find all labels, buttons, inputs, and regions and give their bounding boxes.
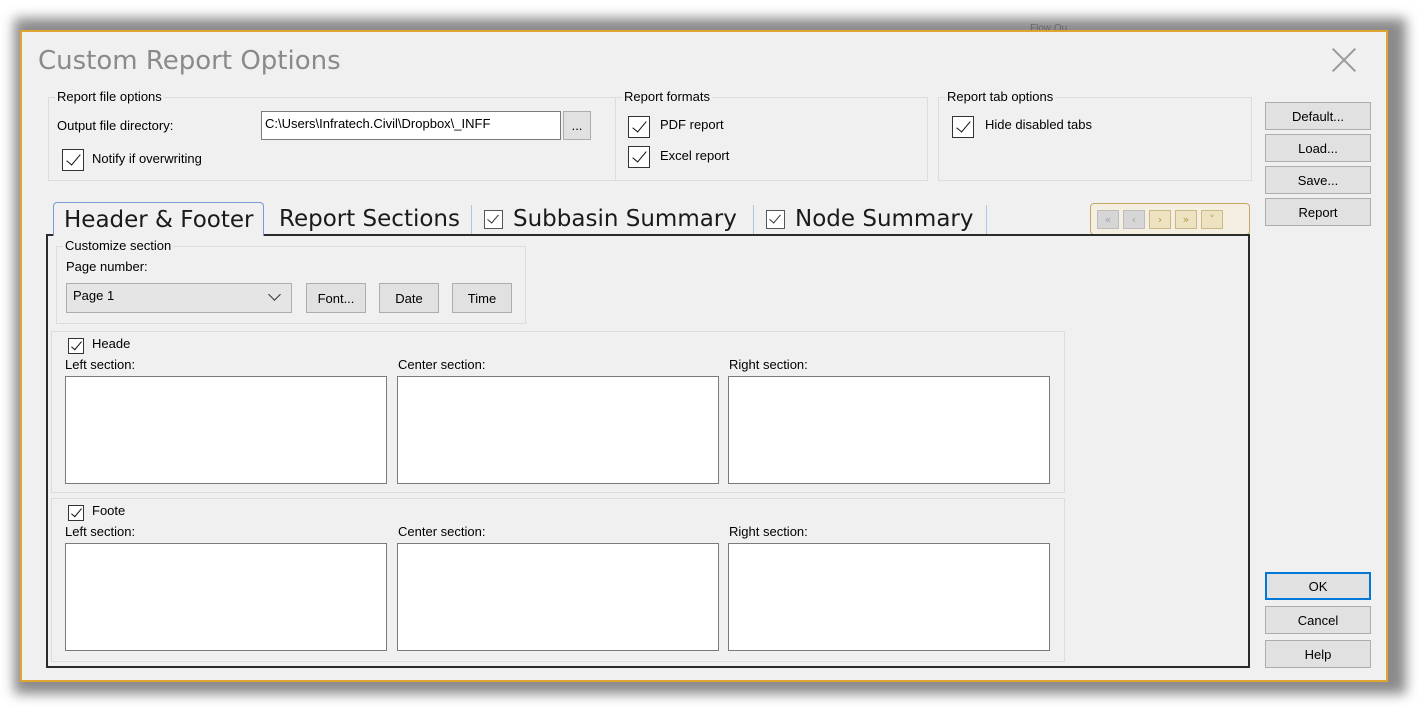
header-checkbox[interactable] — [68, 338, 84, 354]
node-summary-checkbox[interactable] — [766, 209, 785, 229]
footer-left-label: Left section: — [65, 524, 136, 539]
tab-header-footer[interactable]: Header & Footer — [53, 202, 265, 236]
cancel-button[interactable]: Cancel — [1265, 606, 1371, 634]
pdf-report-label: PDF report — [660, 117, 724, 132]
menu-down-icon[interactable]: ˅ — [1201, 210, 1223, 229]
header-group: Heade Left section: Center section: Righ… — [51, 331, 1065, 493]
customize-section-group: Customize section Page number: Page 1 Fo… — [56, 239, 526, 324]
tab-report-sections[interactable]: Report Sections — [269, 202, 470, 236]
header-left-label: Left section: — [65, 357, 136, 372]
excel-report-label: Excel report — [660, 148, 730, 163]
pdf-report-checkbox[interactable] — [628, 116, 650, 138]
footer-right-label: Right section: — [729, 524, 808, 539]
tab-report-sections-label: Report Sections — [279, 206, 460, 232]
dialog-title: Custom Report Options — [38, 46, 341, 76]
tab-navigation: « ‹ › » ˅ — [1090, 203, 1250, 235]
header-center-label: Center section: — [398, 357, 486, 372]
prev-icon[interactable]: ‹ — [1123, 210, 1145, 229]
excel-report-checkbox[interactable] — [628, 146, 650, 168]
report-formats-label: Report formats — [622, 89, 712, 104]
report-tab-options-label: Report tab options — [945, 89, 1056, 104]
header-right-label: Right section: — [729, 357, 808, 372]
output-dir-field[interactable]: C:\Users\Infratech.Civil\Dropbox\_INFF — [261, 111, 561, 140]
page-number-value: Page 1 — [73, 288, 115, 303]
tab-subbasin-summary-label: Subbasin Summary — [513, 206, 737, 232]
close-icon[interactable] — [1326, 42, 1362, 78]
time-button[interactable]: Time — [452, 283, 512, 313]
next-icon[interactable]: › — [1149, 210, 1171, 229]
customize-section-label: Customize section — [63, 238, 174, 253]
tab-separator — [753, 205, 754, 235]
tab-node-summary[interactable]: Node Summary — [756, 202, 984, 236]
hide-disabled-tabs-checkbox[interactable] — [952, 116, 974, 138]
footer-center-textarea[interactable] — [397, 543, 719, 651]
tab-separator — [471, 205, 472, 235]
report-formats-group: Report formats PDF report Excel report — [615, 90, 928, 181]
last-icon[interactable]: » — [1175, 210, 1197, 229]
ok-button[interactable]: OK — [1265, 572, 1371, 600]
tab-node-summary-label: Node Summary — [795, 206, 974, 232]
tab-separator — [986, 205, 987, 235]
header-left-textarea[interactable] — [65, 376, 387, 484]
first-icon[interactable]: « — [1097, 210, 1119, 229]
load-button[interactable]: Load... — [1265, 134, 1371, 162]
hide-disabled-tabs-label: Hide disabled tabs — [985, 117, 1092, 132]
footer-center-label: Center section: — [398, 524, 486, 539]
subbasin-summary-checkbox[interactable] — [484, 209, 503, 229]
browse-button[interactable]: ... — [563, 111, 591, 140]
report-file-options-label: Report file options — [55, 89, 164, 104]
custom-report-options-dialog: Custom Report Options Report file option… — [20, 30, 1388, 682]
page-number-dropdown[interactable]: Page 1 — [66, 283, 292, 313]
notify-overwrite-label: Notify if overwriting — [92, 151, 202, 166]
report-file-options-group: Report file options Output file director… — [48, 90, 616, 181]
save-button[interactable]: Save... — [1265, 166, 1371, 194]
footer-right-textarea[interactable] — [728, 543, 1050, 651]
font-button[interactable]: Font... — [306, 283, 366, 313]
tab-header-footer-label: Header & Footer — [64, 206, 254, 233]
footer-left-textarea[interactable] — [65, 543, 387, 651]
chevron-down-icon — [268, 288, 281, 301]
report-button[interactable]: Report — [1265, 198, 1371, 226]
default-button[interactable]: Default... — [1265, 102, 1371, 130]
header-footer-panel: Customize section Page number: Page 1 Fo… — [46, 234, 1250, 668]
footer-checkbox[interactable] — [68, 505, 84, 521]
date-button[interactable]: Date — [379, 283, 439, 313]
header-center-textarea[interactable] — [397, 376, 719, 484]
header-label: Heade — [92, 336, 131, 351]
help-button[interactable]: Help — [1265, 640, 1371, 668]
header-right-textarea[interactable] — [728, 376, 1050, 484]
footer-group: Foote Left section: Center section: Righ… — [51, 498, 1065, 662]
footer-label: Foote — [92, 503, 126, 518]
tab-subbasin-summary[interactable]: Subbasin Summary — [474, 202, 747, 236]
notify-overwrite-checkbox[interactable] — [62, 149, 84, 171]
page-number-label: Page number: — [66, 259, 148, 274]
report-tab-options-group: Report tab options Hide disabled tabs — [938, 90, 1252, 181]
output-dir-label: Output file directory: — [57, 118, 174, 133]
